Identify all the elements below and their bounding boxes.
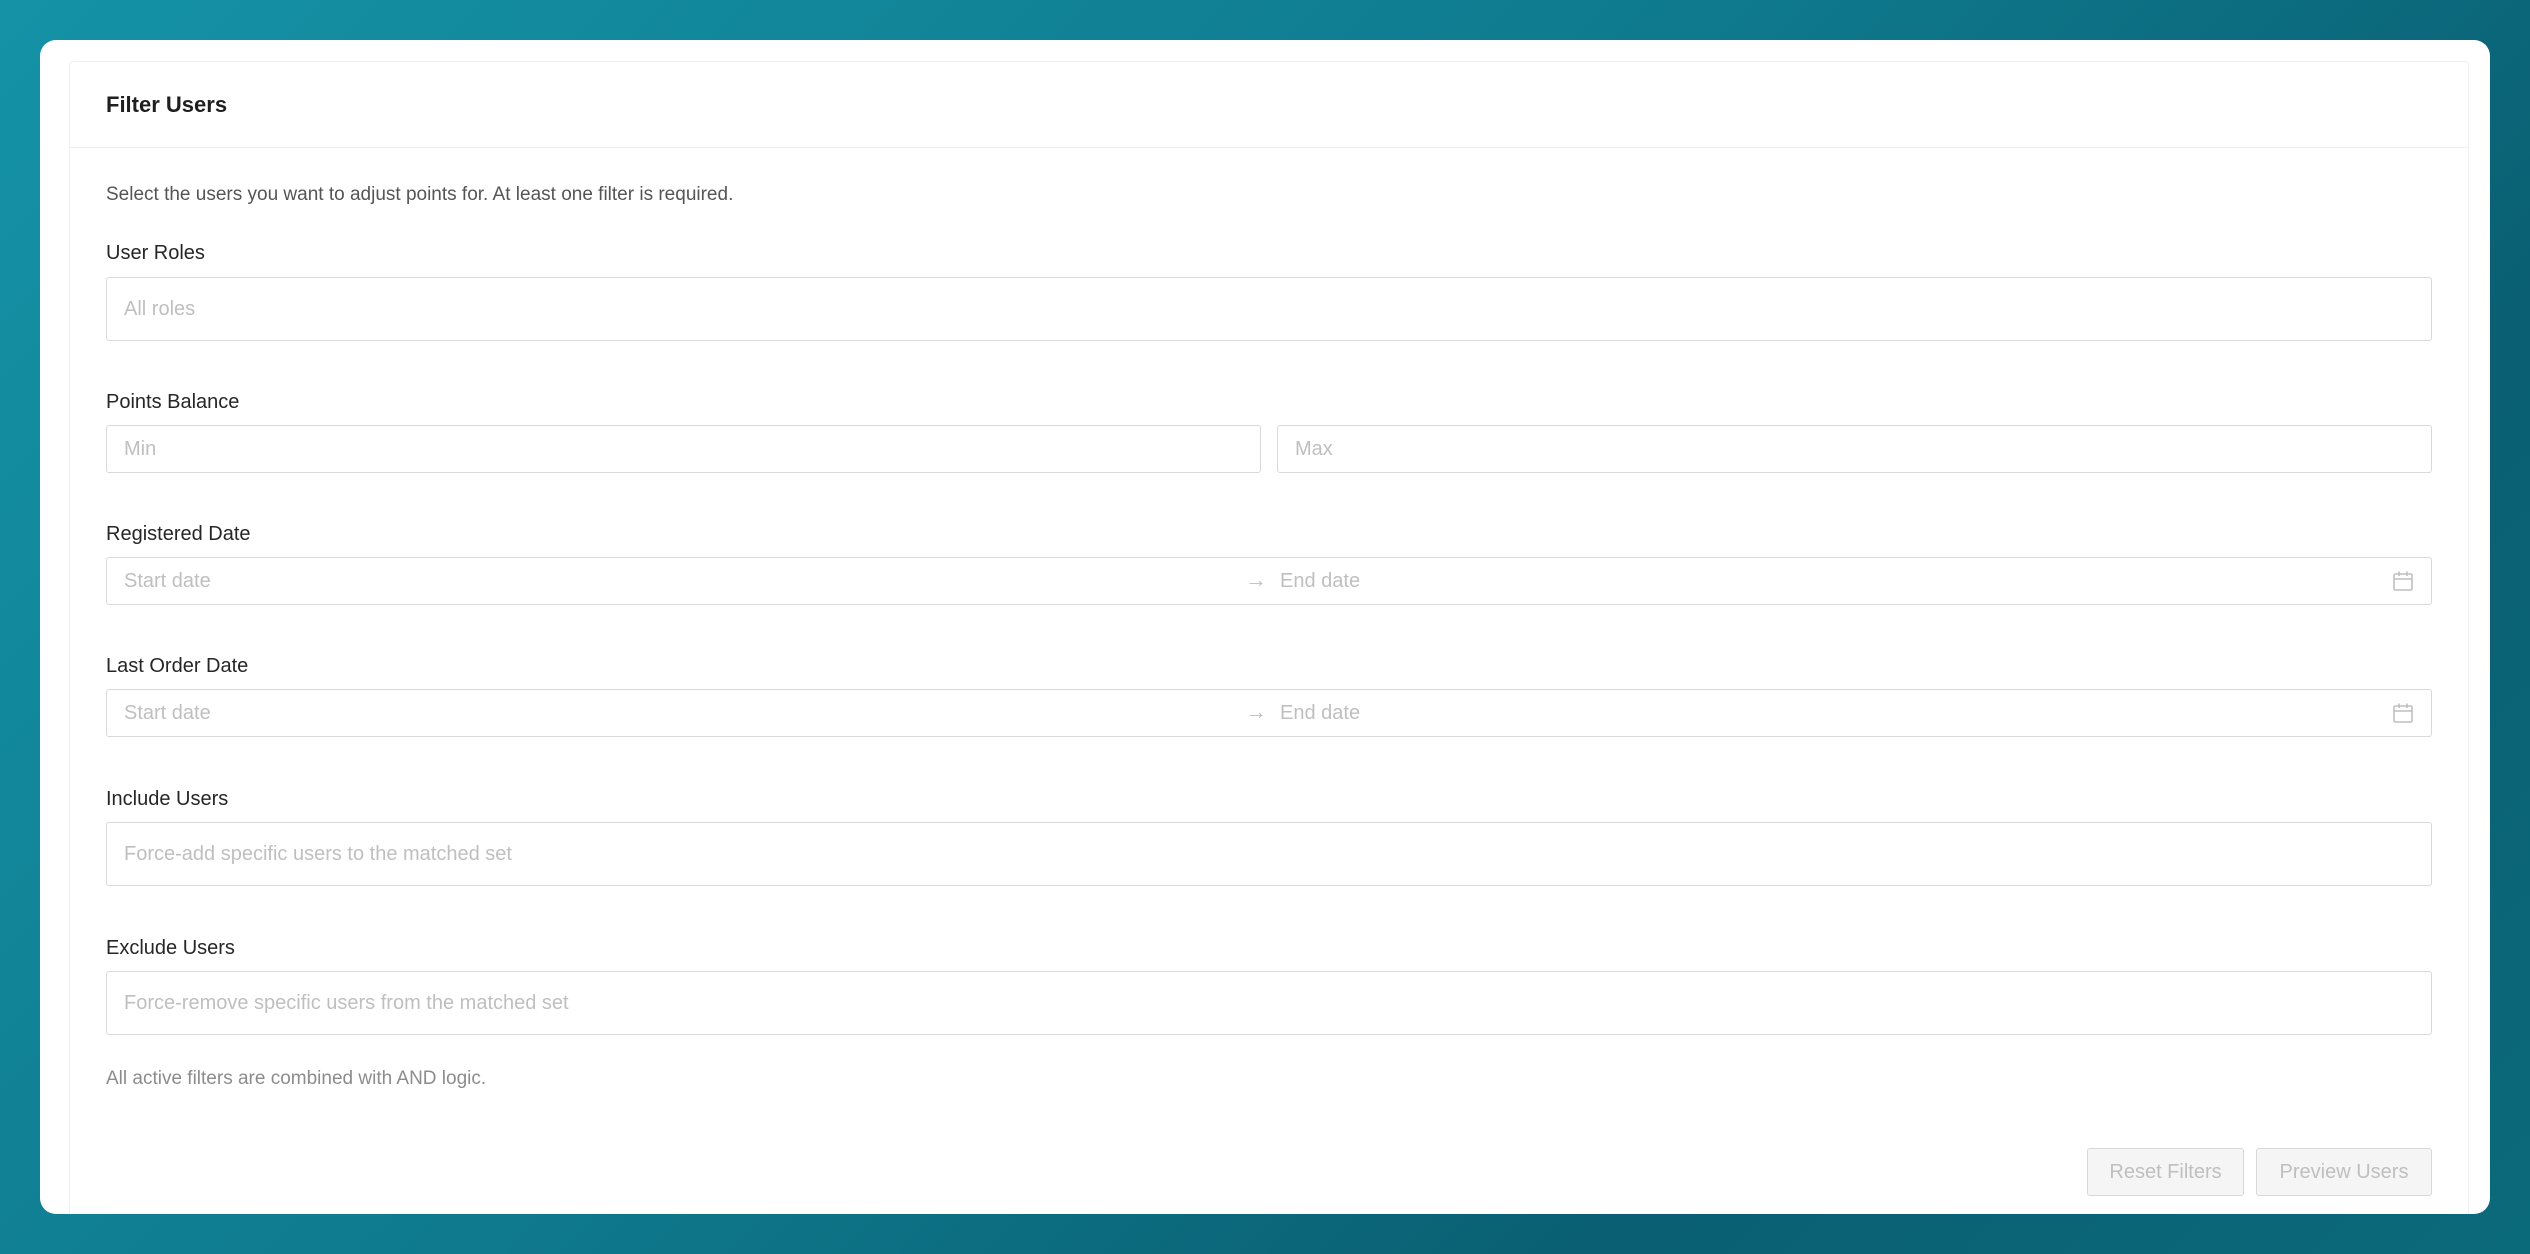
arrow-right-icon: → <box>1245 567 1267 592</box>
exclude-users-placeholder: Force-remove specific users from the mat… <box>124 991 569 1014</box>
registered-date-range[interactable]: Start date → End date <box>106 557 2432 605</box>
card-header: Filter Users <box>70 62 2468 148</box>
user-roles-placeholder: All roles <box>124 297 196 320</box>
points-max-input[interactable]: Max <box>1277 425 2432 473</box>
arrow-right-icon: → <box>1245 699 1267 724</box>
preview-users-button[interactable]: Preview Users <box>2256 1148 2432 1196</box>
reset-filters-button[interactable]: Reset Filters <box>2087 1148 2244 1196</box>
user-roles-label: User Roles <box>106 242 205 264</box>
calendar-icon <box>2393 703 2413 723</box>
intro-text: Select the users you want to adjust poin… <box>106 184 734 205</box>
last-order-start-date[interactable]: Start date <box>124 702 211 725</box>
points-min-input[interactable]: Min <box>106 425 1261 473</box>
exclude-users-label: Exclude Users <box>106 937 235 959</box>
points-balance-label: Points Balance <box>106 391 240 413</box>
include-users-select[interactable]: Force-add specific users to the matched … <box>106 822 2432 886</box>
filter-users-card: Filter Users Select the users you want t… <box>69 61 2469 1214</box>
include-users-label: Include Users <box>106 788 229 810</box>
registered-end-date[interactable]: End date <box>1280 570 1360 593</box>
filter-logic-hint: All active filters are combined with AND… <box>106 1068 487 1089</box>
last-order-date-range[interactable]: Start date → End date <box>106 689 2432 737</box>
user-roles-select[interactable]: All roles <box>106 277 2432 341</box>
points-max-placeholder: Max <box>1295 437 1333 460</box>
last-order-end-date[interactable]: End date <box>1280 702 1360 725</box>
card-title: Filter Users <box>106 91 228 117</box>
exclude-users-select[interactable]: Force-remove specific users from the mat… <box>106 971 2432 1035</box>
include-users-placeholder: Force-add specific users to the matched … <box>124 842 512 865</box>
points-min-placeholder: Min <box>124 437 157 460</box>
calendar-icon <box>2393 571 2413 591</box>
registered-start-date[interactable]: Start date <box>124 570 211 593</box>
last-order-date-label: Last Order Date <box>106 655 249 677</box>
registered-date-label: Registered Date <box>106 523 251 545</box>
app-window: Filter Users Select the users you want t… <box>40 40 2490 1214</box>
